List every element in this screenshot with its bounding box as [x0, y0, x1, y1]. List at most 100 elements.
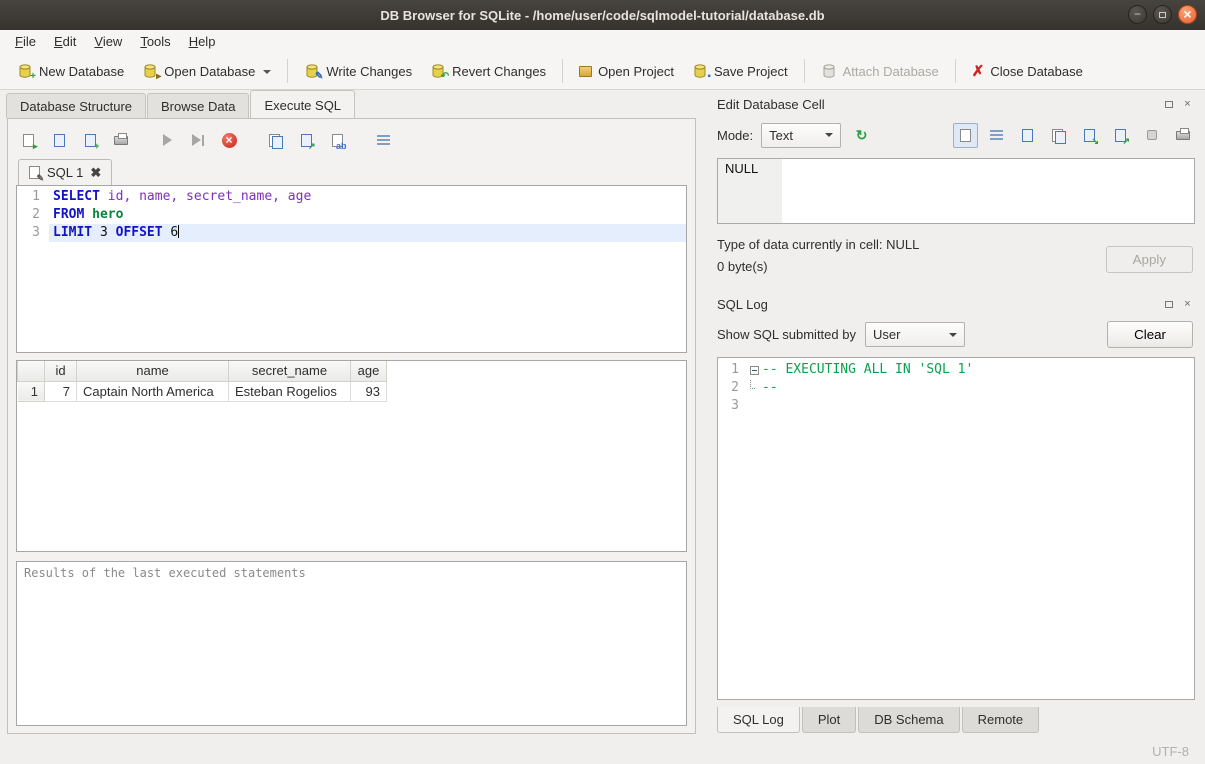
print-sql-button[interactable] — [109, 128, 133, 152]
db-browser-window: DB Browser for SQLite - /home/user/code/… — [0, 0, 1205, 764]
export-cell-button[interactable]: ↗ — [1108, 123, 1133, 148]
minimize-button[interactable] — [1128, 5, 1147, 24]
auto-mode-button[interactable]: ↻ — [849, 123, 874, 148]
save-sql-file-button[interactable] — [47, 128, 71, 152]
menu-file[interactable]: File — [6, 30, 45, 53]
right-pane: Edit Database Cell × Mode: Text ↻ ↘ — [705, 90, 1205, 738]
open-database-icon: ▸ — [142, 63, 158, 79]
sql-log-editor[interactable]: 1 -- EXECUTING ALL IN 'SQL 1' 2 -- 3 — [717, 357, 1195, 700]
cell-id[interactable]: 7 — [45, 381, 77, 401]
results-message: Results of the last executed statements — [16, 561, 687, 726]
sql-tab-bar: ✎ SQL 1 ✖ — [16, 159, 687, 185]
toolbar-separator — [804, 59, 805, 83]
close-button[interactable] — [1178, 5, 1197, 24]
encoding-indicator[interactable]: UTF-8 — [1152, 744, 1189, 759]
code-text: FROM hero — [49, 206, 686, 224]
close-dock-button[interactable]: × — [1180, 297, 1195, 312]
float-dock-button[interactable] — [1161, 97, 1176, 112]
column-header-name[interactable]: name — [77, 361, 229, 381]
format-sql-button[interactable] — [371, 128, 395, 152]
chevron-down-icon — [825, 133, 833, 141]
word-wrap-button[interactable] — [984, 123, 1009, 148]
find-replace-button[interactable]: ab — [325, 128, 349, 152]
tab-remote[interactable]: Remote — [962, 707, 1040, 733]
fold-collapse-icon — [750, 366, 759, 375]
main-tab-bar: Database Structure Browse Data Execute S… — [0, 90, 705, 118]
sql-tab[interactable]: ✎ SQL 1 ✖ — [18, 159, 112, 185]
stop-execution-button[interactable] — [217, 128, 241, 152]
cell-type-info: Type of data currently in cell: NULL — [717, 237, 1106, 259]
tab-plot[interactable]: Plot — [802, 707, 856, 733]
fold-corner-icon — [750, 380, 755, 389]
clear-button[interactable]: Clear — [1107, 321, 1193, 348]
open-database-button[interactable]: ▸ Open Database — [133, 57, 280, 85]
apply-button[interactable]: Apply — [1106, 246, 1193, 273]
cell-age[interactable]: 93 — [351, 381, 387, 401]
sql-code-editor[interactable]: 1 SELECT id, name, secret_name, age 2 FR… — [16, 185, 687, 353]
cell-editor-content[interactable] — [782, 159, 1194, 223]
cell-name[interactable]: Captain North America — [77, 381, 229, 401]
copy-cell-button[interactable] — [1046, 123, 1071, 148]
tab-sql-log[interactable]: SQL Log — [717, 707, 800, 733]
save-project-icon: ▪ — [692, 63, 708, 79]
sql-tab-close-icon[interactable]: ✖ — [90, 166, 101, 179]
tab-browse-data[interactable]: Browse Data — [147, 93, 249, 118]
bottom-dock-tabs: SQL Log Plot DB Schema Remote — [717, 707, 1195, 733]
row-number-header[interactable] — [18, 361, 45, 381]
open-database-dropdown-icon[interactable] — [263, 70, 271, 78]
duplicate-tab-button[interactable] — [263, 128, 287, 152]
filter-label: Show SQL submitted by — [717, 327, 856, 342]
fold-marker[interactable] — [746, 361, 762, 379]
save-sql-icon — [54, 134, 65, 147]
menu-view[interactable]: View — [85, 30, 131, 53]
import-cell-button[interactable]: ↘ — [1077, 123, 1102, 148]
tab-execute-sql[interactable]: Execute SQL — [250, 90, 355, 118]
line-number: 1 — [17, 188, 49, 206]
column-header-secret-name[interactable]: secret_name — [229, 361, 351, 381]
execute-current-line-button[interactable] — [186, 128, 210, 152]
close-database-button[interactable]: ✗ Close Database — [963, 58, 1092, 85]
set-null-button[interactable] — [1139, 123, 1164, 148]
sql-toolbar: ▸ + ↗ ab — [16, 126, 687, 154]
menu-tools[interactable]: Tools — [131, 30, 179, 53]
new-database-button[interactable]: + New Database — [8, 57, 133, 85]
print-cell-button[interactable] — [1170, 123, 1195, 148]
cell-info: Type of data currently in cell: NULL 0 b… — [717, 237, 1106, 281]
column-header-id[interactable]: id — [45, 361, 77, 381]
save-project-button[interactable]: ▪ Save Project — [683, 57, 797, 85]
tab-db-schema[interactable]: DB Schema — [858, 707, 959, 733]
open-file-button[interactable] — [1015, 123, 1040, 148]
row-number-cell[interactable]: 1 — [18, 381, 45, 401]
tab-database-structure[interactable]: Database Structure — [6, 93, 146, 118]
column-header-age[interactable]: age — [351, 361, 387, 381]
results-grid[interactable]: id name secret_name age 1 7 Captain Nort… — [16, 360, 687, 552]
open-sql-file-button[interactable]: ▸ — [16, 128, 40, 152]
float-dock-button[interactable] — [1161, 297, 1176, 312]
new-database-icon: + — [17, 63, 33, 79]
revert-changes-button[interactable]: ↶ Revert Changes — [421, 57, 555, 85]
sql-log-dock-header: SQL Log × — [717, 294, 1195, 314]
attach-database-button[interactable]: Attach Database — [812, 57, 948, 85]
code-line: 1 SELECT id, name, secret_name, age — [17, 188, 686, 206]
toolbar-label: Write Changes — [326, 64, 412, 79]
execute-all-button[interactable] — [155, 128, 179, 152]
text-mode-button[interactable] — [953, 123, 978, 148]
cell-secret-name[interactable]: Esteban Rogelios — [229, 381, 351, 401]
open-project-button[interactable]: Open Project — [570, 58, 683, 85]
mode-select[interactable]: Text — [761, 123, 841, 148]
titlebar: DB Browser for SQLite - /home/user/code/… — [0, 0, 1205, 30]
cell-editor[interactable]: NULL — [717, 158, 1195, 224]
close-dock-button[interactable]: × — [1180, 97, 1195, 112]
export-sql-button[interactable]: ↗ — [294, 128, 318, 152]
code-text: SELECT id, name, secret_name, age — [49, 188, 686, 206]
menu-edit[interactable]: Edit — [45, 30, 85, 53]
menu-help[interactable]: Help — [180, 30, 225, 53]
save-sql-as-button[interactable]: + — [78, 128, 102, 152]
fold-marker — [746, 379, 762, 397]
write-changes-button[interactable]: ✎ Write Changes — [295, 57, 421, 85]
cell-editor-icons: ↘ ↗ — [953, 123, 1195, 148]
submitted-by-select[interactable]: User — [865, 322, 965, 347]
maximize-button[interactable] — [1153, 5, 1172, 24]
stop-icon — [222, 133, 237, 148]
toolbar-label: Open Database — [164, 64, 255, 79]
